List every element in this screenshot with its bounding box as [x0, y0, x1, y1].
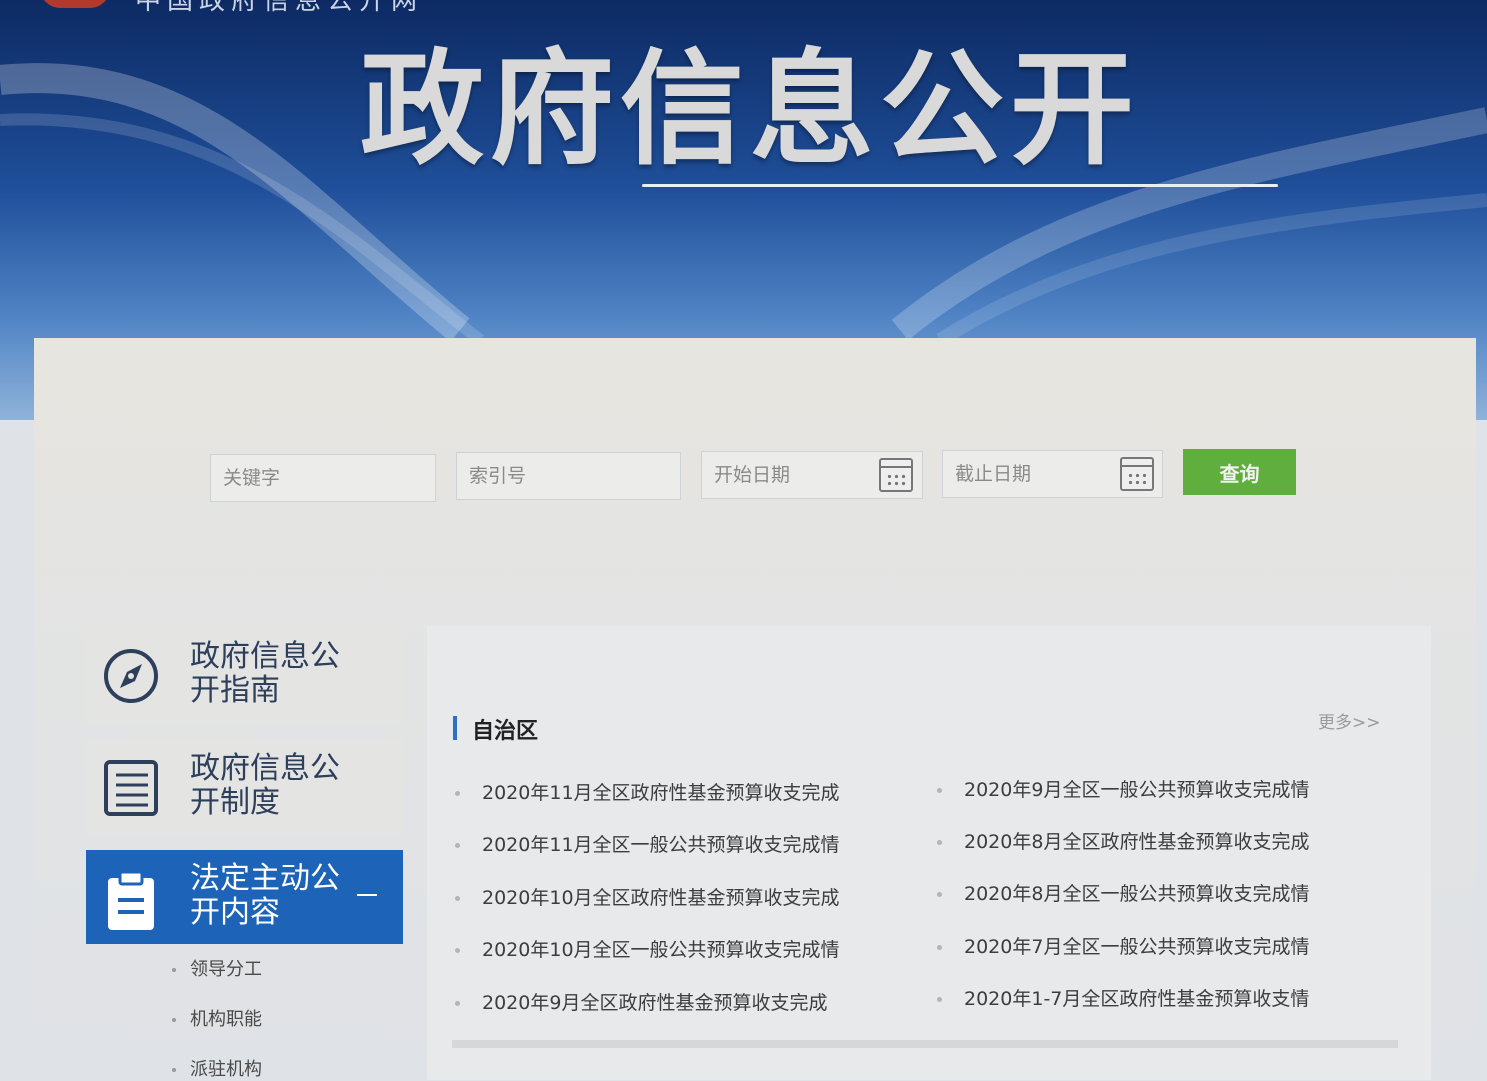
sidebar-item-label: 法定主动公开内容: [190, 861, 340, 930]
news-item[interactable]: 2020年8月全区政府性基金预算收支完成: [937, 827, 1309, 854]
news-title: 2020年9月全区一般公共预算收支完成情: [964, 779, 1310, 801]
news-item[interactable]: 2020年7月全区一般公共预算收支完成情: [937, 932, 1309, 959]
list-icon: [104, 760, 158, 816]
sidebar-item-statutory-content[interactable]: 法定主动公开内容: [86, 850, 403, 944]
sidebar-item-disclosure-guide[interactable]: 政府信息公开指南: [86, 628, 403, 722]
sub-menu-item[interactable]: 机构职能: [172, 1005, 262, 1031]
collapse-icon[interactable]: [357, 894, 377, 896]
sub-menu-item[interactable]: 领导分工: [172, 955, 262, 981]
page-title: 政府信息公开: [360, 38, 1141, 182]
clipboard-icon: [108, 870, 154, 930]
news-title: 2020年9月全区政府性基金预算收支完成: [482, 992, 828, 1014]
news-item[interactable]: 2020年10月全区政府性基金预算收支完成: [455, 883, 840, 910]
news-title: 2020年7月全区一般公共预算收支完成情: [964, 936, 1310, 958]
sidebar-item-label: 政府信息公开制度: [190, 751, 340, 820]
news-title: 2020年8月全区一般公共预算收支完成情: [964, 883, 1310, 905]
news-title: 2020年11月全区一般公共预算收支完成情: [482, 834, 840, 856]
sidebar-item-disclosure-system[interactable]: 政府信息公开制度: [86, 740, 403, 834]
calendar-icon[interactable]: [1120, 457, 1154, 491]
news-item[interactable]: 2020年11月全区一般公共预算收支完成情: [455, 830, 840, 857]
content-divider: [452, 1040, 1398, 1048]
sidebar-item-label: 政府信息公开指南: [190, 639, 340, 708]
news-title: 2020年8月全区政府性基金预算收支完成: [964, 831, 1310, 853]
more-link[interactable]: 更多>>: [1318, 708, 1381, 733]
calendar-icon[interactable]: [879, 458, 913, 492]
news-title: 2020年10月全区一般公共预算收支完成情: [482, 939, 840, 961]
news-item[interactable]: 2020年1-7月全区政府性基金预算收支情: [937, 984, 1309, 1011]
sub-menu-item[interactable]: 派驻机构: [172, 1055, 262, 1081]
compass-icon: [104, 649, 158, 703]
sub-menu-label: 机构职能: [190, 1009, 262, 1030]
query-button[interactable]: 查询: [1183, 449, 1296, 495]
section-title-marker: [453, 716, 457, 740]
news-item[interactable]: 2020年9月全区政府性基金预算收支完成: [455, 988, 827, 1015]
sub-menu-label: 派驻机构: [190, 1059, 262, 1080]
news-item[interactable]: 2020年9月全区一般公共预算收支完成情: [937, 775, 1309, 802]
news-title: 2020年1-7月全区政府性基金预算收支情: [964, 988, 1310, 1010]
index-number-input[interactable]: [456, 452, 681, 500]
news-item[interactable]: 2020年10月全区一般公共预算收支完成情: [455, 935, 840, 962]
section-title: 自治区: [472, 719, 539, 744]
site-name: 中国政府信息公开网: [135, 0, 424, 16]
keyword-input[interactable]: [210, 454, 436, 502]
news-title: 2020年11月全区政府性基金预算收支完成: [482, 782, 840, 804]
title-underline: [642, 184, 1278, 187]
news-item[interactable]: 2020年8月全区一般公共预算收支完成情: [937, 879, 1309, 906]
news-title: 2020年10月全区政府性基金预算收支完成: [482, 887, 840, 909]
sub-menu-label: 领导分工: [190, 959, 262, 980]
news-item[interactable]: 2020年11月全区政府性基金预算收支完成: [455, 778, 840, 805]
